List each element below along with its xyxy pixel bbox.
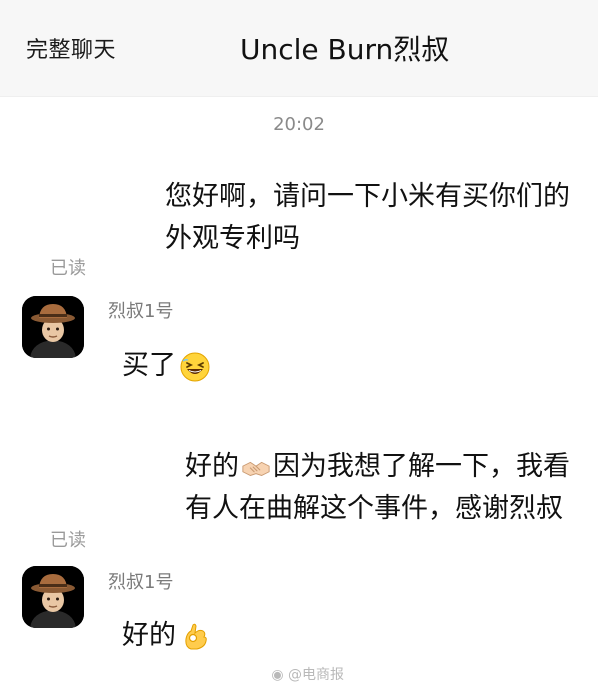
handshake-emoji [242,461,270,476]
chat-header: 完整聊天 Uncle Burn烈叔 [0,0,598,97]
watermark-text: @电商报 [288,667,344,683]
sent-message-2-line-1: 好的 因为我想了解一下，我看 [185,446,570,488]
chat-title: Uncle Burn烈叔 [240,33,450,66]
avatar-uncle-burn-2[interactable] [22,566,84,628]
sent-message-1-line-1: 您好啊，请问一下小米有买你们的 [165,181,570,212]
received-message-2[interactable]: 好的 [122,616,211,656]
cowboy-avatar-icon [22,566,84,628]
message-timestamp: 20:02 [273,114,325,135]
sent-message-2-prefix: 好的 [185,451,239,482]
received-message-2-text: 好的 [122,620,176,651]
sender-name-1: 烈叔1号 [108,301,174,322]
ok-hand-emoji [185,623,207,649]
sent-message-2-line-2: 有人在曲解这个事件，感谢烈叔 [185,493,563,524]
sent-message-2[interactable]: 好的 因为我想了解一下，我看 有人在曲解这个事件，感谢烈叔 [185,446,570,530]
weibo-logo-icon: ◉ [271,667,284,683]
full-chat-back-link[interactable]: 完整聊天 [26,32,116,64]
received-message-1[interactable]: 买了 [122,346,211,386]
sender-name-2: 烈叔1号 [108,572,174,593]
sent-message-2-suffix: 因为我想了解一下，我看 [273,451,570,482]
read-status-2: 已读 [50,530,86,551]
sent-message-1[interactable]: 您好啊，请问一下小米有买你们的 外观专利吗 [165,176,570,260]
received-message-1-text: 买了 [122,350,176,381]
read-status-1: 已读 [50,258,86,279]
avatar-uncle-burn-1[interactable] [22,296,84,358]
sent-message-1-line-2: 外观专利吗 [165,223,300,254]
cowboy-avatar-icon [22,296,84,358]
grinning-squint-face-emoji [180,352,210,381]
weibo-watermark: ◉ @电商报 [271,664,344,684]
